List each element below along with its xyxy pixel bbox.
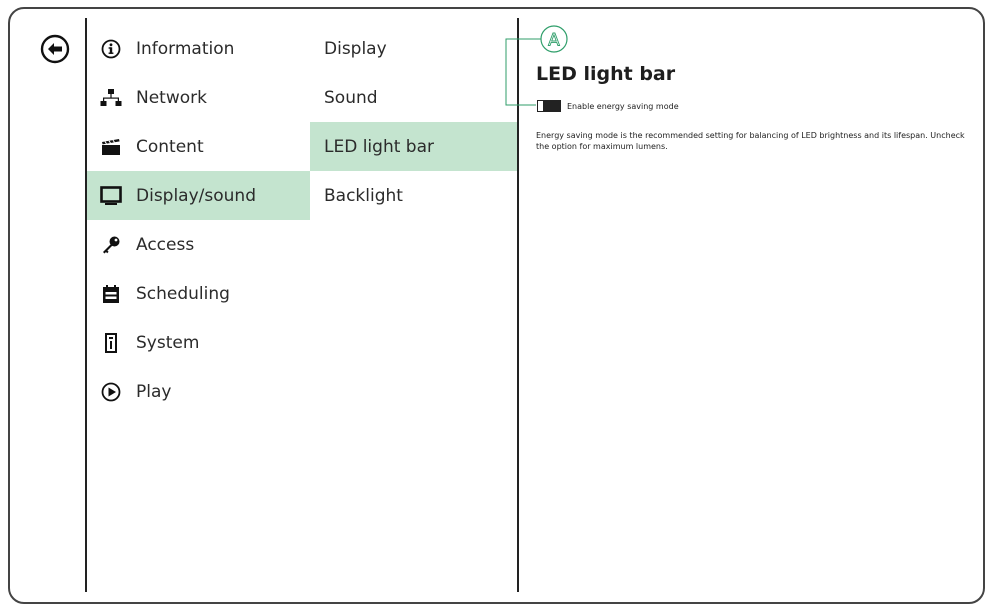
submenu-item-backlight[interactable]: Backlight	[310, 171, 517, 220]
energy-saving-setting[interactable]: Enable energy saving mode	[537, 100, 679, 112]
menu-item-network[interactable]: Network	[87, 73, 310, 122]
menu-item-label: Content	[136, 136, 204, 157]
energy-saving-label: Enable energy saving mode	[567, 101, 679, 111]
system-icon	[100, 332, 122, 354]
menu-item-information[interactable]: Information	[87, 24, 310, 73]
toggle-knob	[543, 101, 560, 111]
menu-item-access[interactable]: Access	[87, 220, 310, 269]
callout-letter: A	[548, 31, 560, 51]
menu-item-label: Network	[136, 87, 207, 108]
calendar-icon	[100, 283, 122, 305]
back-arrow-icon	[40, 34, 70, 64]
play-icon	[100, 381, 122, 403]
menu-item-label: Information	[136, 38, 235, 59]
main-menu: Information Network Content Display/soun…	[87, 24, 310, 416]
key-icon	[100, 234, 122, 256]
setting-description: Energy saving mode is the recommended se…	[536, 131, 965, 151]
energy-saving-toggle[interactable]	[537, 100, 561, 112]
menu-item-label: Scheduling	[136, 283, 230, 304]
menu-item-label: Display/sound	[136, 185, 256, 206]
network-icon	[100, 87, 122, 109]
submenu-item-led-light-bar[interactable]: LED light bar	[310, 122, 517, 171]
back-button[interactable]	[40, 34, 70, 64]
page-title: LED light bar	[536, 63, 676, 85]
menu-item-scheduling[interactable]: Scheduling	[87, 269, 310, 318]
menu-item-system[interactable]: System	[87, 318, 310, 367]
menu-item-display-sound[interactable]: Display/sound	[87, 171, 310, 220]
menu-item-content[interactable]: Content	[87, 122, 310, 171]
menu-item-label: Access	[136, 234, 195, 255]
monitor-icon	[100, 185, 122, 207]
menu-item-label: Play	[136, 381, 172, 402]
submenu: Display Sound LED light bar Backlight	[310, 24, 517, 220]
menu-item-play[interactable]: Play	[87, 367, 310, 416]
submenu-item-sound[interactable]: Sound	[310, 73, 517, 122]
info-icon	[100, 38, 122, 60]
menu-item-label: System	[136, 332, 200, 353]
submenu-item-display[interactable]: Display	[310, 24, 517, 73]
clapperboard-icon	[100, 136, 122, 158]
